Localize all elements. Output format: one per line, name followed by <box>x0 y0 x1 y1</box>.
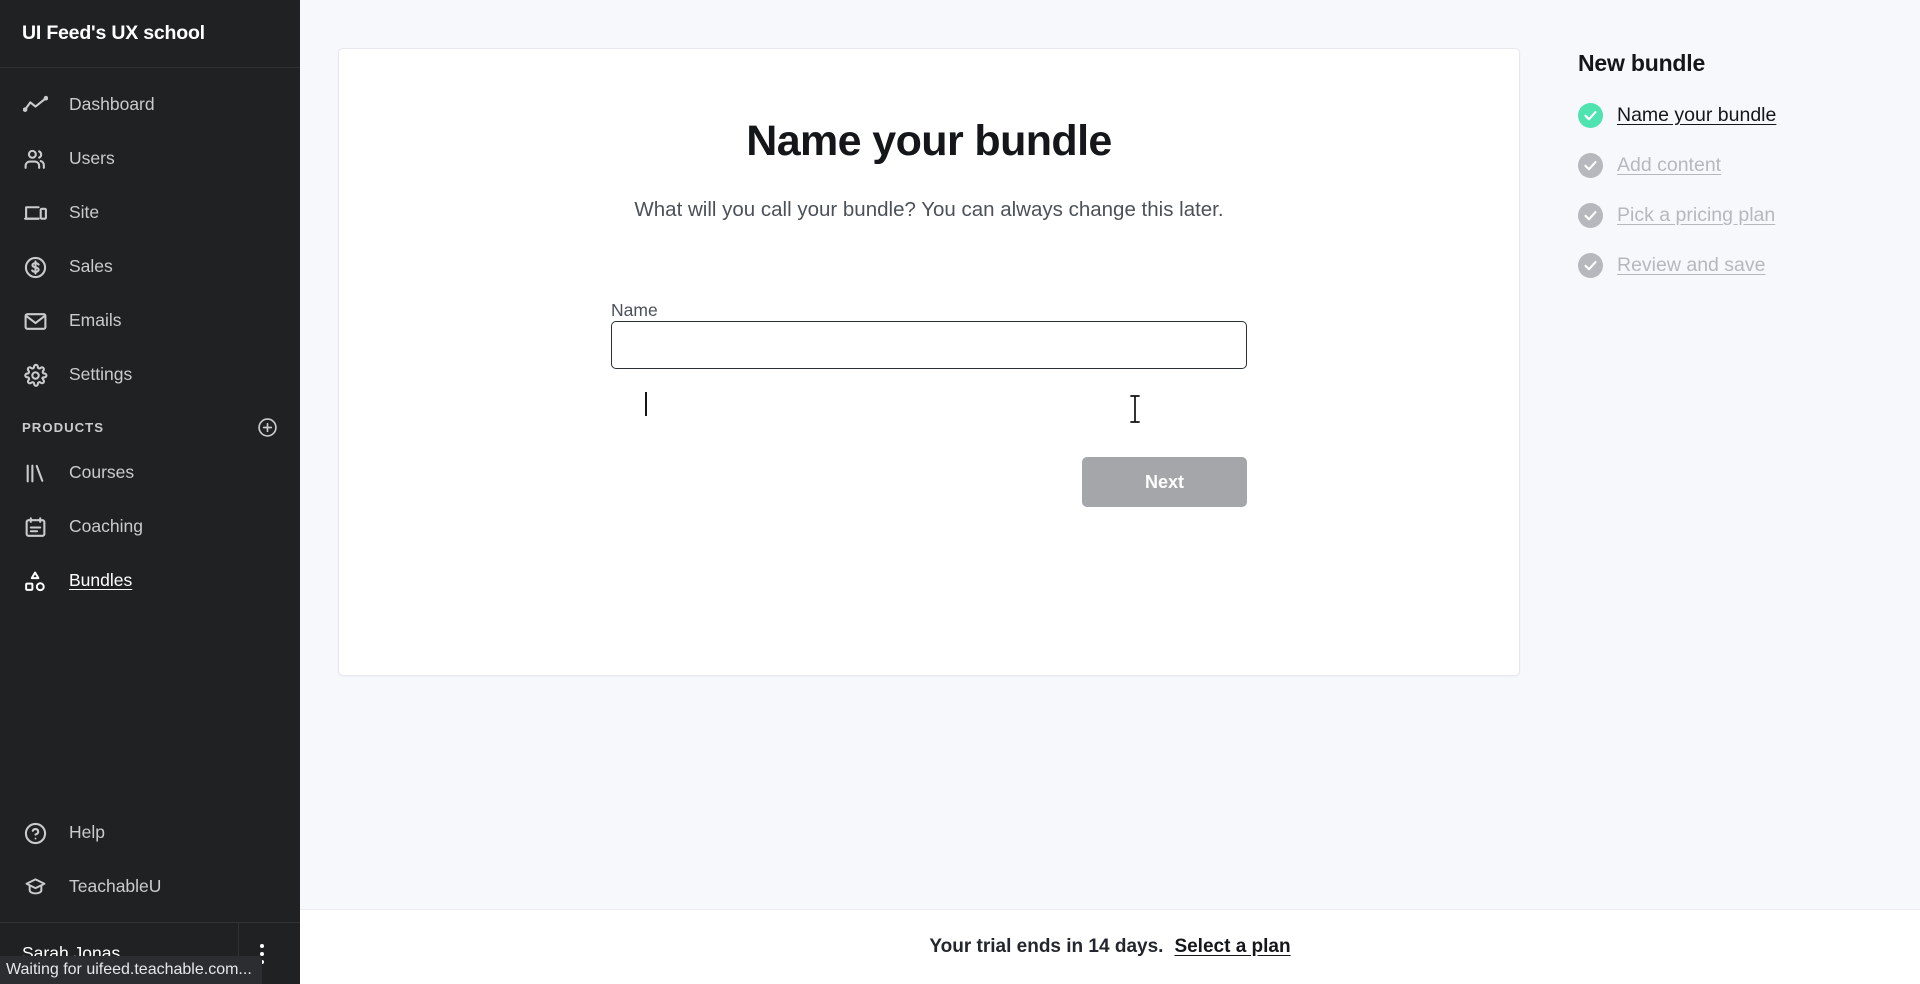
browser-status-bar: Waiting for uifeed.teachable.com... <box>0 956 262 984</box>
check-circle-icon <box>1578 203 1603 228</box>
sidebar-item-sales[interactable]: Sales <box>0 240 300 294</box>
devices-icon <box>22 200 49 227</box>
question-circle-icon <box>22 820 49 847</box>
check-circle-icon <box>1578 103 1603 128</box>
step-review-and-save[interactable]: Review and save <box>1578 253 1920 278</box>
step-label: Name your bundle <box>1617 104 1777 126</box>
card-actions: Next <box>611 457 1247 507</box>
trial-bar: Your trial ends in 14 days. Select a pla… <box>300 909 1920 984</box>
sidebar: UI Feed's UX school Dashboard Users Site <box>0 0 300 984</box>
page-title: Name your bundle <box>746 117 1112 165</box>
sidebar-item-users[interactable]: Users <box>0 132 300 186</box>
content-area: Name your bundle What will you call your… <box>300 0 1540 984</box>
sidebar-bottom-nav: Help TeachableU <box>0 806 300 922</box>
sidebar-item-label: Users <box>69 148 115 169</box>
sidebar-item-dashboard[interactable]: Dashboard <box>0 78 300 132</box>
sidebar-item-label: Courses <box>69 462 135 483</box>
sidebar-item-label: Help <box>69 822 105 843</box>
name-field-label: Name <box>611 300 658 320</box>
select-a-plan-link[interactable]: Select a plan <box>1174 936 1290 958</box>
text-caret <box>645 392 647 416</box>
step-add-content[interactable]: Add content <box>1578 153 1920 178</box>
check-circle-icon <box>1578 153 1603 178</box>
sidebar-item-label: Emails <box>69 310 122 331</box>
step-label: Pick a pricing plan <box>1617 204 1776 226</box>
step-label: Review and save <box>1617 254 1766 276</box>
gear-icon <box>22 362 49 389</box>
analytics-icon <box>22 92 49 119</box>
school-brand-title: UI Feed's UX school <box>0 0 300 68</box>
trial-text: Your trial ends in 14 days. <box>929 936 1164 957</box>
step-name-your-bundle[interactable]: Name your bundle <box>1578 103 1920 128</box>
sidebar-item-label: Site <box>69 202 100 223</box>
sidebar-item-site[interactable]: Site <box>0 186 300 240</box>
kebab-dot <box>259 951 264 956</box>
mouse-ibeam-cursor <box>1130 395 1140 423</box>
products-section-title: PRODUCTS <box>22 419 104 435</box>
sidebar-nav: Dashboard Users Site Sales Emails Settin… <box>0 68 300 806</box>
sidebar-item-label: Bundles <box>69 570 133 591</box>
sidebar-item-help[interactable]: Help <box>0 806 300 860</box>
shapes-icon <box>22 568 49 595</box>
envelope-icon <box>22 308 49 335</box>
dollar-circle-icon <box>22 254 49 281</box>
sidebar-item-courses[interactable]: Courses <box>0 446 300 500</box>
calendar-icon <box>22 514 49 541</box>
graduation-cap-icon <box>22 874 49 901</box>
app-root: UI Feed's UX school Dashboard Users Site <box>0 0 1920 984</box>
steps-panel-title: New bundle <box>1578 50 1706 76</box>
plus-circle-icon[interactable] <box>256 416 278 438</box>
main-region: Name your bundle What will you call your… <box>300 0 1920 984</box>
sidebar-item-label: Dashboard <box>69 94 155 115</box>
new-bundle-steps-panel: New bundle Name your bundle Add content … <box>1540 0 1920 984</box>
books-icon <box>22 460 49 487</box>
step-pick-a-pricing-plan[interactable]: Pick a pricing plan <box>1578 203 1920 228</box>
step-label: Add content <box>1617 154 1722 176</box>
name-input[interactable] <box>611 321 1247 369</box>
next-button[interactable]: Next <box>1082 457 1247 507</box>
sidebar-item-settings[interactable]: Settings <box>0 348 300 402</box>
sidebar-item-label: Sales <box>69 256 113 277</box>
sidebar-item-emails[interactable]: Emails <box>0 294 300 348</box>
new-bundle-card: Name your bundle What will you call your… <box>338 48 1520 676</box>
users-icon <box>22 146 49 173</box>
products-section-header: PRODUCTS <box>0 402 300 446</box>
sidebar-item-label: Settings <box>69 364 133 385</box>
page-subtitle: What will you call your bundle? You can … <box>634 198 1224 221</box>
kebab-dot <box>259 943 264 948</box>
sidebar-item-bundles[interactable]: Bundles <box>0 554 300 608</box>
sidebar-item-teachableu[interactable]: TeachableU <box>0 860 300 914</box>
sidebar-item-label: TeachableU <box>69 876 162 897</box>
check-circle-icon <box>1578 253 1603 278</box>
name-form: Name <box>611 300 1247 369</box>
sidebar-item-label: Coaching <box>69 516 143 537</box>
sidebar-item-coaching[interactable]: Coaching <box>0 500 300 554</box>
